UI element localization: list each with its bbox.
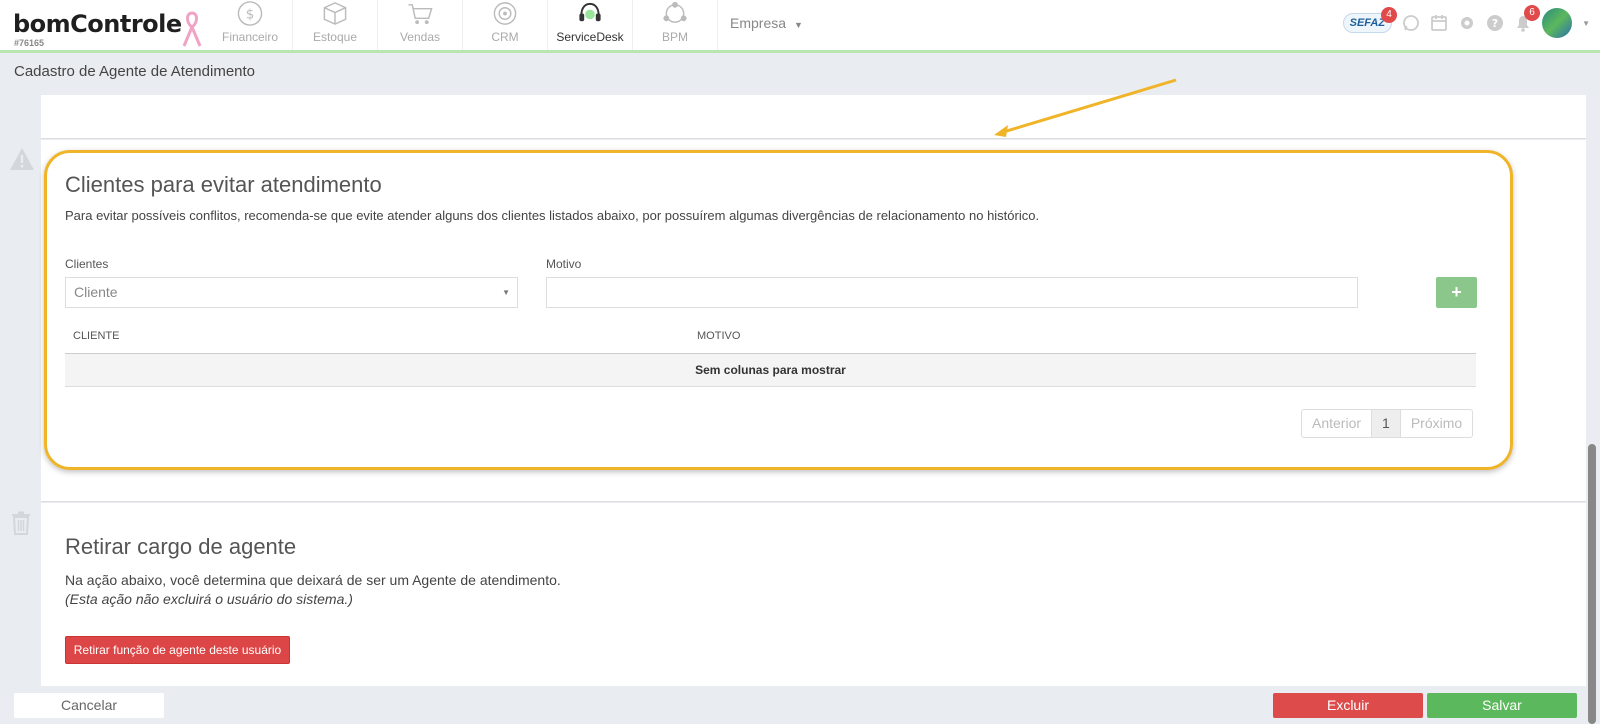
page-title: Cadastro de Agente de Atendimento [14,63,256,80]
sefaz-badge: 4 [1381,7,1398,23]
top-navbar: bomControle #76165 $ Financeiro Estoque … [0,0,1600,53]
logo-text: bomControle [13,10,182,38]
pagination-page[interactable]: 1 [1372,410,1401,437]
chevron-down-icon[interactable]: ▼ [1582,19,1590,28]
highlight-frame [44,150,1513,470]
notifications-badge: 6 [1524,5,1541,21]
remove-agent-button[interactable]: Retirar função de agente deste usuário [65,636,290,664]
module-label: BPM [661,30,688,44]
module-vendas[interactable]: Vendas [378,0,463,50]
delete-button[interactable]: Excluir [1273,693,1423,718]
bell-icon[interactable]: 6 [1514,5,1541,32]
account-code: #76165 [14,38,45,48]
save-button[interactable]: Salvar [1427,693,1577,718]
module-label: Financeiro [221,30,279,44]
network-icon [663,1,687,23]
sefaz-button[interactable]: SEFAZ 4 [1342,7,1398,33]
whatsapp-icon[interactable] [1402,14,1420,32]
module-nav: $ Financeiro Estoque Vendas CRM ServiceD… [208,0,718,50]
table-empty-row: Sem colunas para mostrar [65,354,1476,387]
previous-section-box [41,95,1586,139]
page-header: Cadastro de Agente de Atendimento [0,53,1600,91]
target-icon [493,2,517,25]
avatar[interactable] [1542,8,1573,38]
cancel-button[interactable]: Cancelar [14,693,164,718]
module-servicedesk[interactable]: ServiceDesk [548,0,633,50]
box-icon [323,2,347,25]
module-crm[interactable]: CRM [463,0,548,50]
svg-text:$: $ [246,6,255,22]
chevron-down-icon: ▼ [794,20,803,30]
help-icon[interactable]: ? [1486,14,1504,32]
clients-field-label: Clientes [65,257,109,271]
module-estoque[interactable]: Estoque [293,0,378,50]
reason-field-label: Motivo [546,257,582,271]
headset-icon [579,2,601,22]
clients-select[interactable]: Cliente ▼ [65,277,518,308]
add-client-button[interactable]: + [1436,277,1477,308]
remove-agent-note: (Esta ação não excluirá o usuário do sis… [65,591,353,607]
chevron-down-icon: ▼ [502,288,510,297]
module-label: CRM [491,30,519,44]
header-actions: SEFAZ 4 ? 6 ▼ [1342,5,1590,38]
reason-input[interactable] [546,277,1358,308]
warning-icon [9,147,35,176]
module-label: ServiceDesk [556,30,624,44]
cart-icon [408,4,433,25]
module-financeiro[interactable]: $ Financeiro [208,0,293,50]
sefaz-label: SEFAZ [1349,17,1386,29]
pink-ribbon-icon [180,10,204,55]
gear-icon[interactable] [1458,14,1476,32]
pagination-next[interactable]: Próximo [1401,410,1472,437]
trash-icon [11,511,31,540]
logo[interactable]: bomControle #76165 [13,10,182,48]
annotation-arrow [994,78,1177,137]
dollar-icon: $ [237,1,263,26]
remove-agent-description: Na ação abaixo, você determina que deixa… [65,572,561,588]
clients-section-description: Para evitar possíveis conflitos, recomen… [65,208,1040,223]
empresa-dropdown[interactable]: Empresa ▼ [730,15,803,31]
clients-section-title: Clientes para evitar atendimento [65,172,382,197]
pagination-previous[interactable]: Anterior [1302,410,1373,437]
calendar-icon[interactable] [1430,14,1448,32]
scrollbar[interactable] [1588,444,1596,724]
pagination: Anterior 1 Próximo [1301,409,1474,438]
module-bpm[interactable]: BPM [633,0,718,50]
module-label: Vendas [399,30,441,44]
column-header-reason[interactable]: MOTIVO [697,330,740,342]
module-label: Estoque [312,30,358,44]
clients-select-value: Cliente [74,284,118,300]
column-header-client[interactable]: CLIENTE [73,330,119,342]
remove-agent-title: Retirar cargo de agente [65,534,297,559]
empresa-label: Empresa [730,15,787,31]
svg-text:?: ? [1492,17,1498,30]
